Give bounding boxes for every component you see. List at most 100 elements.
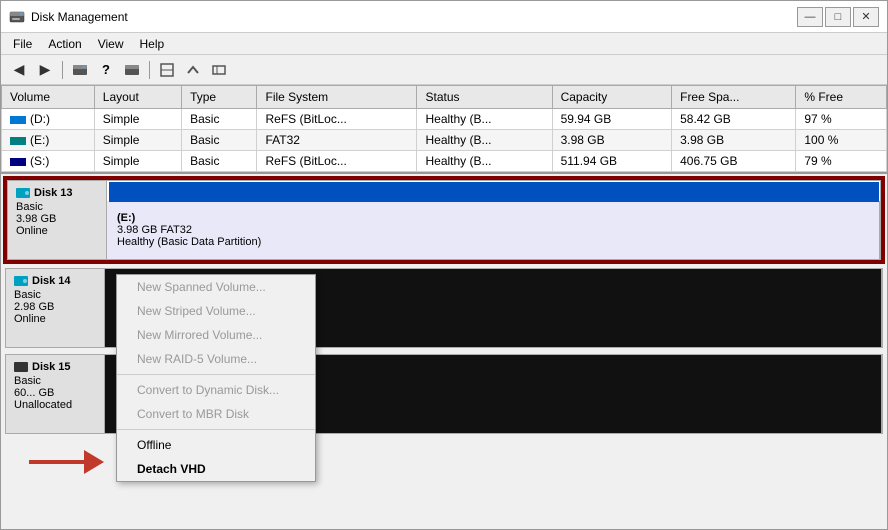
disk-graphical-view: Disk 13 Basic 3.98 GB Online (E:) 3.98 G… — [1, 174, 887, 529]
arrow-head — [84, 450, 104, 474]
cell-layout-0: Simple — [94, 109, 181, 130]
cell-freespace-1: 3.98 GB — [672, 130, 796, 151]
disk-14-label: Disk 14 Basic 2.98 GB Online — [5, 268, 105, 348]
col-volume[interactable]: Volume — [2, 86, 95, 109]
cell-freespace-2: 406.75 GB — [672, 151, 796, 172]
volume-table: Volume Layout Type File System Status Ca… — [1, 85, 887, 172]
disk-13-label: Disk 13 Basic 3.98 GB Online — [7, 180, 107, 260]
disk-15-type: Basic — [14, 375, 96, 387]
cell-type-2: Basic — [182, 151, 257, 172]
toolbar-action3[interactable] — [207, 59, 231, 81]
cell-status-1: Healthy (B... — [417, 130, 552, 151]
cell-type-1: Basic — [182, 130, 257, 151]
cell-volume-0: (D:) — [2, 109, 95, 130]
cell-fs-0: ReFS (BitLoc... — [257, 109, 417, 130]
menu-file[interactable]: File — [5, 35, 40, 53]
ctx-new-striped[interactable]: New Striped Volume... — [117, 299, 315, 323]
maximize-button[interactable]: □ — [825, 7, 851, 27]
toolbar: ◀ ▶ ? — [1, 55, 887, 85]
cell-capacity-2: 511.94 GB — [552, 151, 672, 172]
window-title: Disk Management — [31, 10, 128, 24]
title-bar-controls: — □ ✕ — [797, 7, 879, 27]
table-row[interactable]: (D:) Simple Basic ReFS (BitLoc... Health… — [2, 109, 887, 130]
cell-status-2: Healthy (B... — [417, 151, 552, 172]
toolbar-disk1[interactable] — [68, 59, 92, 81]
col-status[interactable]: Status — [417, 86, 552, 109]
app-icon — [9, 9, 25, 25]
toolbar-forward[interactable]: ▶ — [33, 59, 57, 81]
toolbar-action2[interactable] — [181, 59, 205, 81]
ctx-sep-2 — [117, 429, 315, 430]
menu-view[interactable]: View — [90, 35, 132, 53]
arrow-shaft — [29, 460, 84, 464]
context-menu: New Spanned Volume... New Striped Volume… — [116, 274, 316, 482]
minimize-button[interactable]: — — [797, 7, 823, 27]
cell-volume-1: (E:) — [2, 130, 95, 151]
main-window: Disk Management — □ ✕ File Action View H… — [0, 0, 888, 530]
disk-15-status: Unallocated — [14, 399, 96, 411]
disk-14-icon — [14, 276, 28, 286]
part-e-status: Healthy (Basic Data Partition) — [117, 236, 869, 248]
col-type[interactable]: Type — [182, 86, 257, 109]
disk-13-header-bar — [109, 182, 879, 202]
ctx-new-spanned[interactable]: New Spanned Volume... — [117, 275, 315, 299]
cell-fs-1: FAT32 — [257, 130, 417, 151]
content-area: Volume Layout Type File System Status Ca… — [1, 85, 887, 529]
disk-13-partitions: (E:) 3.98 GB FAT32 Healthy (Basic Data P… — [107, 180, 881, 260]
toolbar-back[interactable]: ◀ — [7, 59, 31, 81]
cell-layout-2: Simple — [94, 151, 181, 172]
disk-13-type: Basic — [16, 201, 98, 213]
col-filesystem[interactable]: File System — [257, 86, 417, 109]
disk-15-name: Disk 15 — [32, 361, 71, 373]
ctx-convert-dynamic[interactable]: Convert to Dynamic Disk... — [117, 378, 315, 402]
menu-help[interactable]: Help — [132, 35, 173, 53]
ctx-offline[interactable]: Offline — [117, 433, 315, 457]
cell-volume-2: (S:) — [2, 151, 95, 172]
cell-capacity-0: 59.94 GB — [552, 109, 672, 130]
arrow-indicator — [29, 450, 104, 474]
disk-14-size: 2.98 GB — [14, 301, 96, 313]
toolbar-action1[interactable] — [155, 59, 179, 81]
close-button[interactable]: ✕ — [853, 7, 879, 27]
ctx-new-raid5[interactable]: New RAID-5 Volume... — [117, 347, 315, 371]
cell-percentfree-2: 79 % — [796, 151, 887, 172]
volume-table-area: Volume Layout Type File System Status Ca… — [1, 85, 887, 174]
ctx-sep-1 — [117, 374, 315, 375]
cell-freespace-0: 58.42 GB — [672, 109, 796, 130]
disk-14-name: Disk 14 — [32, 275, 71, 287]
disk-14-status: Online — [14, 313, 96, 325]
disk-13-size: 3.98 GB — [16, 213, 98, 225]
part-e-size: 3.98 GB FAT32 — [117, 224, 869, 236]
disk-13-partition-e[interactable]: (E:) 3.98 GB FAT32 Healthy (Basic Data P… — [107, 201, 880, 259]
cell-layout-1: Simple — [94, 130, 181, 151]
table-row[interactable]: (E:) Simple Basic FAT32 Healthy (B... 3.… — [2, 130, 887, 151]
ctx-convert-mbr[interactable]: Convert to MBR Disk — [117, 402, 315, 426]
col-capacity[interactable]: Capacity — [552, 86, 672, 109]
disk-13-name: Disk 13 — [34, 187, 73, 199]
ctx-new-mirrored[interactable]: New Mirrored Volume... — [117, 323, 315, 347]
part-e-name: (E:) — [117, 212, 869, 224]
col-layout[interactable]: Layout — [94, 86, 181, 109]
disk-13-icon — [16, 188, 30, 198]
cell-status-0: Healthy (B... — [417, 109, 552, 130]
menu-bar: File Action View Help — [1, 33, 887, 55]
toolbar-sep-2 — [149, 61, 150, 79]
col-percentfree[interactable]: % Free — [796, 86, 887, 109]
cell-percentfree-1: 100 % — [796, 130, 887, 151]
disk-14-type: Basic — [14, 289, 96, 301]
col-freespace[interactable]: Free Spa... — [672, 86, 796, 109]
toolbar-sep-1 — [62, 61, 63, 79]
disk-row-13[interactable]: Disk 13 Basic 3.98 GB Online (E:) 3.98 G… — [5, 178, 883, 262]
table-row[interactable]: (S:) Simple Basic ReFS (BitLoc... Health… — [2, 151, 887, 172]
title-bar-left: Disk Management — [9, 9, 128, 25]
cell-type-0: Basic — [182, 109, 257, 130]
toolbar-help[interactable]: ? — [94, 59, 118, 81]
cell-fs-2: ReFS (BitLoc... — [257, 151, 417, 172]
ctx-detach-vhd[interactable]: Detach VHD — [117, 457, 315, 481]
title-bar: Disk Management — □ ✕ — [1, 1, 887, 33]
cell-capacity-1: 3.98 GB — [552, 130, 672, 151]
disk-13-status: Online — [16, 225, 98, 237]
cell-percentfree-0: 97 % — [796, 109, 887, 130]
toolbar-disk2[interactable] — [120, 59, 144, 81]
menu-action[interactable]: Action — [40, 35, 89, 53]
